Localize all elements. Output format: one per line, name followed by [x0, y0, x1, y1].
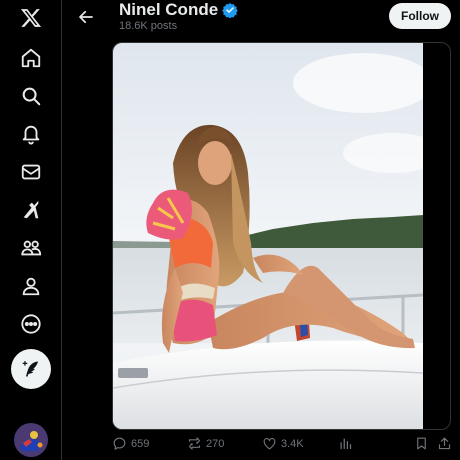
messages-icon[interactable]: [13, 154, 49, 190]
compose-icon: [22, 361, 39, 377]
heart-icon: [263, 438, 276, 450]
back-button[interactable]: [73, 4, 99, 30]
reply-count: 659: [131, 437, 150, 450]
reply-button[interactable]: 659: [112, 436, 149, 451]
post-photo[interactable]: [113, 43, 423, 429]
home-icon[interactable]: [13, 40, 49, 76]
more-icon[interactable]: [13, 306, 49, 342]
views-button[interactable]: [338, 436, 353, 451]
like-button[interactable]: 3.4K: [262, 436, 304, 451]
verified-badge-icon: [222, 3, 238, 18]
compose-post-button[interactable]: [11, 349, 51, 389]
views-chart-icon: [340, 438, 352, 450]
grok-icon[interactable]: [13, 192, 49, 228]
profile-name: Ninel Conde: [119, 0, 219, 19]
reply-icon: [113, 437, 126, 450]
profile-icon[interactable]: [13, 268, 49, 304]
profile-header: Ninel Conde 18.6K posts Follow: [63, 0, 460, 40]
profile-name-row: Ninel Conde: [119, 0, 238, 20]
like-count: 3.4K: [281, 437, 304, 450]
x-logo-icon[interactable]: [13, 0, 49, 36]
share-icon: [438, 437, 451, 450]
share-button[interactable]: [437, 436, 452, 451]
avatar[interactable]: [14, 423, 48, 457]
sidebar-nav: [0, 0, 62, 460]
media-viewer[interactable]: [112, 42, 451, 430]
notifications-icon[interactable]: [13, 116, 49, 152]
follow-button[interactable]: Follow: [389, 3, 451, 29]
bookmark-icon: [417, 437, 426, 450]
repost-count: 270: [206, 437, 225, 450]
posts-count: 18.6K posts: [119, 20, 178, 32]
repost-button[interactable]: 270: [187, 436, 224, 451]
communities-icon[interactable]: [13, 230, 49, 266]
post-actions: 659 270 3.4K: [112, 436, 454, 456]
search-icon[interactable]: [13, 78, 49, 114]
bookmark-button[interactable]: [414, 436, 429, 451]
repost-icon: [188, 437, 201, 450]
back-arrow-icon: [79, 10, 93, 24]
